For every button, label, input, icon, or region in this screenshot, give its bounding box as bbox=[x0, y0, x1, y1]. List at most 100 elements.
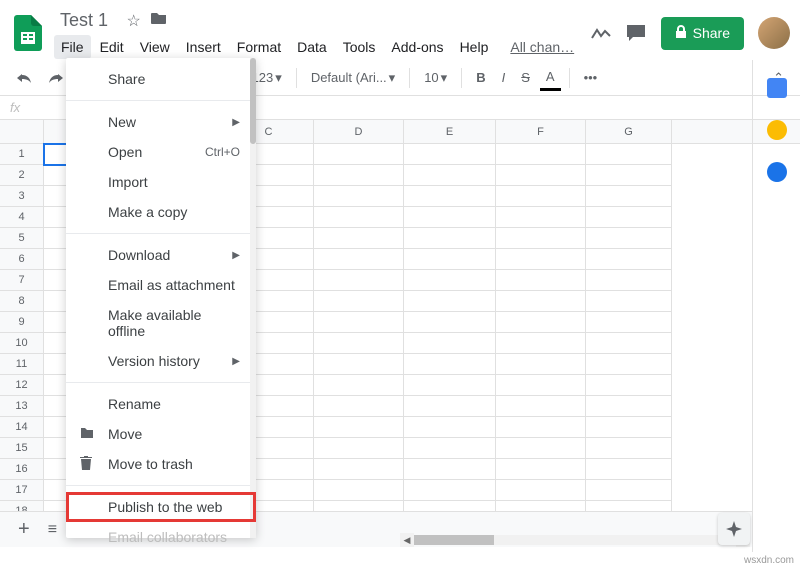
cell[interactable] bbox=[586, 333, 672, 354]
cell[interactable] bbox=[496, 480, 586, 501]
cell[interactable] bbox=[496, 270, 586, 291]
cell[interactable] bbox=[586, 207, 672, 228]
select-all-corner[interactable] bbox=[0, 120, 44, 144]
cell[interactable] bbox=[496, 291, 586, 312]
avatar[interactable] bbox=[758, 17, 790, 49]
row-header[interactable]: 14 bbox=[0, 417, 43, 438]
cell[interactable] bbox=[586, 186, 672, 207]
row-header[interactable]: 9 bbox=[0, 312, 43, 333]
activity-icon[interactable] bbox=[591, 27, 611, 39]
cell[interactable] bbox=[404, 291, 496, 312]
row-header[interactable]: 7 bbox=[0, 270, 43, 291]
menu-item-publish[interactable]: Publish to the web bbox=[66, 492, 256, 522]
italic-button[interactable]: I bbox=[496, 66, 512, 89]
cell[interactable] bbox=[586, 312, 672, 333]
cell[interactable] bbox=[586, 249, 672, 270]
folder-icon[interactable] bbox=[151, 11, 167, 31]
cell[interactable] bbox=[404, 207, 496, 228]
add-sheet-button[interactable]: + bbox=[10, 518, 38, 541]
row-header[interactable]: 3 bbox=[0, 186, 43, 207]
row-header[interactable]: 11 bbox=[0, 354, 43, 375]
menu-item-rename[interactable]: Rename bbox=[66, 389, 256, 419]
cell[interactable] bbox=[404, 312, 496, 333]
cell[interactable] bbox=[586, 354, 672, 375]
menu-item-make-copy[interactable]: Make a copy bbox=[66, 197, 256, 227]
strike-button[interactable]: S bbox=[515, 66, 536, 89]
menu-addons[interactable]: Add-ons bbox=[384, 35, 450, 59]
cell[interactable] bbox=[404, 459, 496, 480]
cell[interactable] bbox=[314, 438, 404, 459]
menu-item-share[interactable]: Share bbox=[66, 64, 256, 94]
document-title[interactable]: Test 1 bbox=[54, 8, 114, 33]
menu-help[interactable]: Help bbox=[453, 35, 496, 59]
cell[interactable] bbox=[496, 333, 586, 354]
cell[interactable] bbox=[586, 480, 672, 501]
menu-item-new[interactable]: New▶ bbox=[66, 107, 256, 137]
cell[interactable] bbox=[314, 165, 404, 186]
cell[interactable] bbox=[586, 270, 672, 291]
cell[interactable] bbox=[404, 144, 496, 165]
undo-button[interactable] bbox=[10, 68, 38, 88]
cell[interactable] bbox=[586, 396, 672, 417]
cell[interactable] bbox=[314, 249, 404, 270]
cell[interactable] bbox=[314, 480, 404, 501]
cell[interactable] bbox=[496, 396, 586, 417]
menu-item-email-collaborators[interactable]: Email collaborators bbox=[66, 522, 256, 552]
comments-icon[interactable] bbox=[625, 23, 647, 43]
cell[interactable] bbox=[496, 312, 586, 333]
tasks-icon[interactable] bbox=[767, 162, 787, 182]
more-button[interactable]: ••• bbox=[578, 66, 604, 89]
menu-item-move[interactable]: Move bbox=[66, 419, 256, 449]
menu-insert[interactable]: Insert bbox=[179, 35, 228, 59]
cell[interactable] bbox=[404, 228, 496, 249]
menu-format[interactable]: Format bbox=[230, 35, 288, 59]
cell[interactable] bbox=[586, 417, 672, 438]
column-header[interactable]: F bbox=[496, 120, 586, 143]
cell[interactable] bbox=[404, 396, 496, 417]
cell[interactable] bbox=[314, 396, 404, 417]
menu-item-open[interactable]: OpenCtrl+O bbox=[66, 137, 256, 167]
row-header[interactable]: 6 bbox=[0, 249, 43, 270]
cell[interactable] bbox=[314, 417, 404, 438]
cell[interactable] bbox=[496, 375, 586, 396]
cell[interactable] bbox=[586, 144, 672, 165]
scroll-left-icon[interactable]: ◀ bbox=[400, 533, 414, 547]
row-header[interactable]: 2 bbox=[0, 165, 43, 186]
row-header[interactable]: 17 bbox=[0, 480, 43, 501]
cell[interactable] bbox=[496, 438, 586, 459]
menu-edit[interactable]: Edit bbox=[93, 35, 131, 59]
menu-item-trash[interactable]: Move to trash bbox=[66, 449, 256, 479]
cell[interactable] bbox=[314, 354, 404, 375]
row-header[interactable]: 16 bbox=[0, 459, 43, 480]
row-header[interactable]: 10 bbox=[0, 333, 43, 354]
keep-icon[interactable] bbox=[767, 120, 787, 140]
column-header[interactable]: E bbox=[404, 120, 496, 143]
cell[interactable] bbox=[314, 459, 404, 480]
cell[interactable] bbox=[404, 438, 496, 459]
menu-item-download[interactable]: Download▶ bbox=[66, 240, 256, 270]
explore-button[interactable] bbox=[718, 513, 750, 545]
cell[interactable] bbox=[496, 165, 586, 186]
cell[interactable] bbox=[496, 459, 586, 480]
menu-changes[interactable]: All chan… bbox=[503, 35, 581, 59]
cell[interactable] bbox=[314, 333, 404, 354]
cell[interactable] bbox=[314, 312, 404, 333]
row-header[interactable]: 8 bbox=[0, 291, 43, 312]
cell[interactable] bbox=[314, 207, 404, 228]
cell[interactable] bbox=[496, 186, 586, 207]
column-header[interactable]: G bbox=[586, 120, 672, 143]
cell[interactable] bbox=[496, 207, 586, 228]
text-color-button[interactable]: A bbox=[540, 65, 561, 91]
cell[interactable] bbox=[404, 417, 496, 438]
row-header[interactable]: 4 bbox=[0, 207, 43, 228]
row-header[interactable]: 12 bbox=[0, 375, 43, 396]
cell[interactable] bbox=[314, 144, 404, 165]
cell[interactable] bbox=[404, 270, 496, 291]
cell[interactable] bbox=[586, 228, 672, 249]
calendar-icon[interactable] bbox=[767, 78, 787, 98]
share-button[interactable]: Share bbox=[661, 17, 744, 50]
cell[interactable] bbox=[586, 459, 672, 480]
cell[interactable] bbox=[496, 354, 586, 375]
cell[interactable] bbox=[314, 291, 404, 312]
cell[interactable] bbox=[586, 291, 672, 312]
